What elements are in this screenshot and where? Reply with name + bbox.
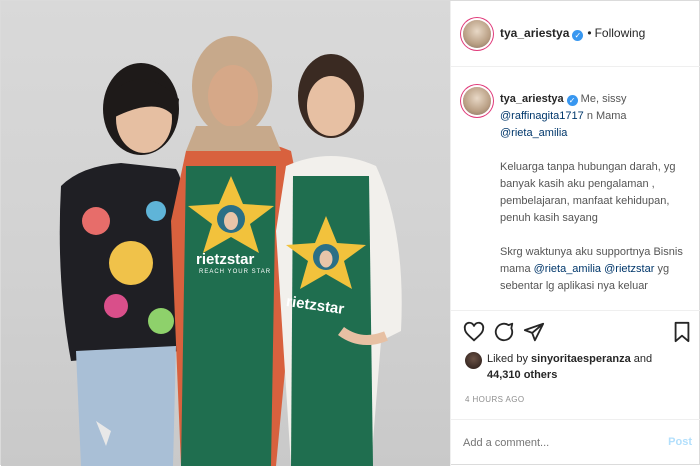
comment-form: Post [451, 419, 700, 466]
liker-username[interactable]: sinyoritaesperanza [531, 353, 631, 365]
heart-icon[interactable] [463, 321, 485, 343]
likes-count[interactable]: 44,310 others [487, 369, 557, 381]
action-bar [451, 319, 700, 347]
caption-username[interactable]: tya_ariestya [500, 93, 564, 105]
comment-icon[interactable] [493, 321, 515, 343]
post-timestamp[interactable]: 4 HOURS AGO [465, 395, 525, 404]
post-sidebar: tya_ariestya ✓ • Following tya_ariestya ✓ Me… [450, 1, 700, 466]
verified-icon: ✓ [572, 30, 584, 41]
caption-text: tya_ariestya ✓ Me, sissy @raffinagita1717… [500, 91, 690, 312]
mention-link[interactable]: @raffinagita1717 [500, 110, 584, 122]
post-header: tya_ariestya ✓ • Following [451, 1, 700, 67]
mention-link[interactable]: @rieta_amilia [534, 263, 601, 275]
bookmark-icon[interactable] [671, 321, 693, 343]
post-photo[interactable]: rietzstar REACH YOUR STAR rietzstar [1, 1, 450, 466]
header-separator: • [587, 26, 592, 40]
instagram-post: rietzstar REACH YOUR STAR rietzstar tya_… [0, 0, 700, 466]
comment-input[interactable] [463, 434, 653, 452]
photo-illustration [59, 36, 402, 466]
post-comment-button[interactable]: Post [668, 436, 692, 448]
caption-paragraph: Keluarga tanpa hubungan darah, yg banyak… [500, 161, 676, 224]
mention-link[interactable]: @rieta_amilia [500, 127, 567, 139]
apron-brand-text: rietzstar [196, 251, 255, 268]
liker-avatar[interactable] [465, 352, 482, 369]
likes-and: and [633, 353, 653, 365]
caption-connector: n Mama [586, 110, 627, 122]
header-text: tya_ariestya ✓ • Following [500, 26, 645, 41]
following-button[interactable]: Following [595, 26, 646, 40]
apron-tagline: REACH YOUR STAR [199, 269, 272, 275]
caption-section: tya_ariestya ✓ Me, sissy @raffinagita1717… [451, 67, 700, 311]
caption-author-avatar[interactable] [463, 87, 491, 115]
author-username[interactable]: tya_ariestya [500, 26, 569, 40]
mention-link[interactable]: @rietzstar [604, 263, 654, 275]
likes-text: Liked by sinyoritaesperanza and 44,310 o… [487, 351, 687, 383]
likes-prefix: Liked by [487, 353, 528, 365]
author-avatar[interactable] [463, 20, 491, 48]
share-icon[interactable] [523, 321, 545, 343]
caption-intro: Me, sissy [580, 93, 627, 105]
verified-icon: ✓ [566, 95, 578, 106]
